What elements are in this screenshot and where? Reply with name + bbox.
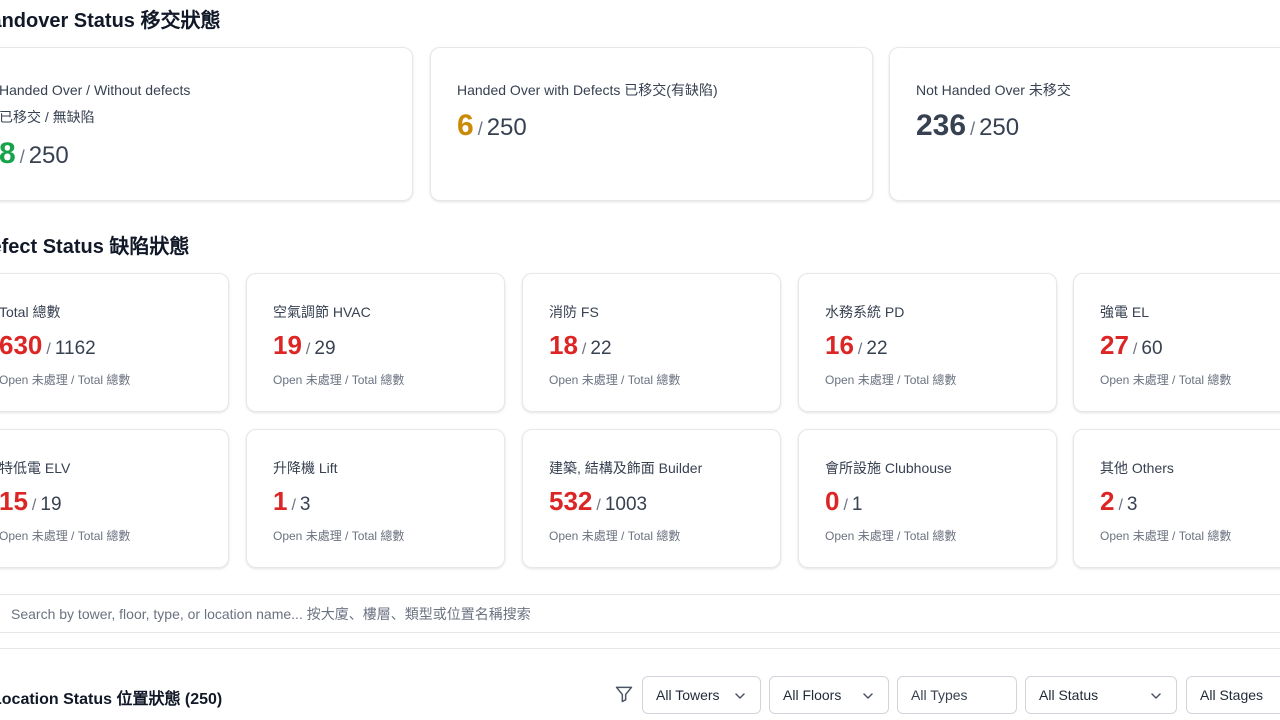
handover-card-value: 236/250 bbox=[916, 109, 1019, 143]
floor-filter-value: All Floors bbox=[783, 687, 842, 703]
defect-card-caption: Open 未處理 / Total 總數 bbox=[1100, 529, 1232, 543]
tower-filter-select[interactable]: All Towers bbox=[642, 676, 761, 714]
handover-card-with-defects[interactable]: Handed Over with Defects 已移交(有缺陷) 6/250 bbox=[430, 47, 873, 201]
handover-total: 250 bbox=[28, 142, 69, 169]
defect-total-count: 60 bbox=[1141, 338, 1163, 359]
defect-open-count: 2 bbox=[1100, 486, 1115, 516]
handover-count: 236 bbox=[916, 109, 967, 142]
defect-card-caption: Open 未處理 / Total 總數 bbox=[273, 373, 405, 387]
handover-card-label: Not Handed Over 未移交 bbox=[916, 82, 1071, 98]
search-input[interactable] bbox=[0, 594, 1280, 633]
defect-open-count: 0 bbox=[825, 486, 840, 516]
defect-open-count: 19 bbox=[273, 330, 302, 360]
defect-card-label: 會所設施 Clubhouse bbox=[825, 460, 952, 476]
chevron-down-icon bbox=[1151, 693, 1161, 699]
defect-section-title: Defect Status 缺陷狀態 bbox=[0, 236, 190, 258]
defect-card-clubhouse[interactable]: 會所設施 Clubhouse 0/1 Open 未處理 / Total 總數 bbox=[798, 429, 1057, 568]
defect-card-value: 630/1162 bbox=[0, 330, 96, 360]
divider bbox=[0, 648, 1280, 649]
defect-card-caption: Open 未處理 / Total 總數 bbox=[0, 373, 131, 387]
handover-count: 8 bbox=[0, 137, 16, 170]
defect-card-value: 1/3 bbox=[273, 486, 311, 516]
handover-section-title: Handover Status 移交狀態 bbox=[0, 10, 221, 32]
type-filter-value: All Types bbox=[911, 687, 968, 703]
defect-card-pd[interactable]: 水務系統 PD 16/22 Open 未處理 / Total 總數 bbox=[798, 273, 1057, 412]
defect-card-value: 18/22 bbox=[549, 330, 612, 360]
defect-card-fs[interactable]: 消防 FS 18/22 Open 未處理 / Total 總數 bbox=[522, 273, 781, 412]
defect-card-caption: Open 未處理 / Total 總數 bbox=[0, 529, 131, 543]
handover-card-not-handed-over[interactable]: Not Handed Over 未移交 236/250 bbox=[889, 47, 1280, 201]
defect-card-elv[interactable]: 特低電 ELV 15/19 Open 未處理 / Total 總數 bbox=[0, 429, 229, 568]
defect-card-label: 空氣調節 HVAC bbox=[273, 304, 371, 320]
defect-open-count: 15 bbox=[0, 486, 28, 516]
floor-filter-select[interactable]: All Floors bbox=[769, 676, 889, 714]
defect-card-label: 建築, 結構及飾面 Builder bbox=[549, 460, 703, 476]
defect-card-label: 水務系統 PD bbox=[825, 304, 905, 320]
defect-total-count: 1162 bbox=[54, 338, 96, 359]
defect-total-count: 3 bbox=[299, 494, 311, 515]
defect-total-count: 29 bbox=[314, 338, 336, 359]
dashboard-page: Handover Status 移交狀態 Handed Over / Witho… bbox=[0, 0, 1280, 720]
defect-total-count: 22 bbox=[590, 338, 612, 359]
status-filter-value: All Status bbox=[1039, 687, 1099, 703]
defect-card-label: Total 總數 bbox=[0, 304, 61, 320]
defect-card-value: 2/3 bbox=[1100, 486, 1138, 516]
defect-card-caption: Open 未處理 / Total 總數 bbox=[1100, 373, 1232, 387]
chevron-down-icon bbox=[735, 693, 745, 699]
defect-card-label: 升降機 Lift bbox=[273, 460, 338, 476]
handover-card-sublabel: 已移交 / 無缺陷 bbox=[0, 109, 95, 125]
filter-icon bbox=[615, 686, 633, 703]
defect-total-count: 19 bbox=[40, 494, 62, 515]
tower-filter-value: All Towers bbox=[656, 687, 720, 703]
defect-open-count: 27 bbox=[1100, 330, 1129, 360]
chevron-down-icon bbox=[863, 693, 873, 699]
defect-card-caption: Open 未處理 / Total 總數 bbox=[273, 529, 405, 543]
handover-card-without-defects[interactable]: Handed Over / Without defects 已移交 / 無缺陷 … bbox=[0, 47, 413, 201]
defect-open-count: 630 bbox=[0, 330, 43, 360]
status-filter-select[interactable]: All Status bbox=[1025, 676, 1177, 714]
defect-open-count: 16 bbox=[825, 330, 854, 360]
value-separator: / bbox=[477, 119, 483, 139]
type-filter-select[interactable]: All Types bbox=[897, 676, 1017, 714]
defect-open-count: 532 bbox=[549, 486, 593, 516]
defect-total-count: 22 bbox=[866, 338, 888, 359]
defect-card-hvac[interactable]: 空氣調節 HVAC 19/29 Open 未處理 / Total 總數 bbox=[246, 273, 505, 412]
handover-card-label: Handed Over / Without defects bbox=[0, 82, 191, 98]
defect-card-total[interactable]: Total 總數 630/1162 Open 未處理 / Total 總數 bbox=[0, 273, 229, 412]
defect-card-caption: Open 未處理 / Total 總數 bbox=[549, 529, 681, 543]
handover-total: 250 bbox=[486, 114, 527, 141]
handover-card-value: 6/250 bbox=[457, 109, 527, 143]
defect-card-label: 強電 EL bbox=[1100, 304, 1150, 320]
defect-card-value: 532/1003 bbox=[549, 486, 648, 516]
stage-filter-value: All Stages bbox=[1200, 687, 1264, 703]
defect-open-count: 18 bbox=[549, 330, 578, 360]
defect-card-label: 消防 FS bbox=[549, 304, 599, 320]
defect-card-others[interactable]: 其他 Others 2/3 Open 未處理 / Total 總數 bbox=[1073, 429, 1280, 568]
defect-card-label: 特低電 ELV bbox=[0, 460, 71, 476]
handover-card-value: 8/250 bbox=[0, 137, 69, 171]
value-separator: / bbox=[19, 147, 25, 167]
handover-card-label: Handed Over with Defects 已移交(有缺陷) bbox=[457, 82, 718, 98]
defect-card-lift[interactable]: 升降機 Lift 1/3 Open 未處理 / Total 總數 bbox=[246, 429, 505, 568]
defect-open-count: 1 bbox=[273, 486, 288, 516]
defect-card-value: 0/1 bbox=[825, 486, 863, 516]
defect-total-count: 1003 bbox=[604, 494, 648, 515]
handover-count: 6 bbox=[457, 109, 474, 142]
defect-total-count: 3 bbox=[1126, 494, 1138, 515]
defect-card-builder[interactable]: 建築, 結構及飾面 Builder 532/1003 Open 未處理 / To… bbox=[522, 429, 781, 568]
defect-card-el[interactable]: 強電 EL 27/60 Open 未處理 / Total 總數 bbox=[1073, 273, 1280, 412]
defect-card-value: 16/22 bbox=[825, 330, 888, 360]
defect-card-caption: Open 未處理 / Total 總數 bbox=[549, 373, 681, 387]
location-section-title: Location Status 位置狀態 (250) bbox=[0, 691, 223, 708]
defect-card-caption: Open 未處理 / Total 總數 bbox=[825, 373, 957, 387]
defect-card-value: 19/29 bbox=[273, 330, 336, 360]
defect-total-count: 1 bbox=[851, 494, 863, 515]
handover-total: 250 bbox=[979, 114, 1020, 141]
defect-card-caption: Open 未處理 / Total 總數 bbox=[825, 529, 957, 543]
stage-filter-select[interactable]: All Stages bbox=[1186, 676, 1280, 714]
defect-card-value: 27/60 bbox=[1100, 330, 1163, 360]
defect-card-label: 其他 Others bbox=[1100, 460, 1174, 476]
defect-card-value: 15/19 bbox=[0, 486, 62, 516]
value-separator: / bbox=[970, 119, 976, 139]
